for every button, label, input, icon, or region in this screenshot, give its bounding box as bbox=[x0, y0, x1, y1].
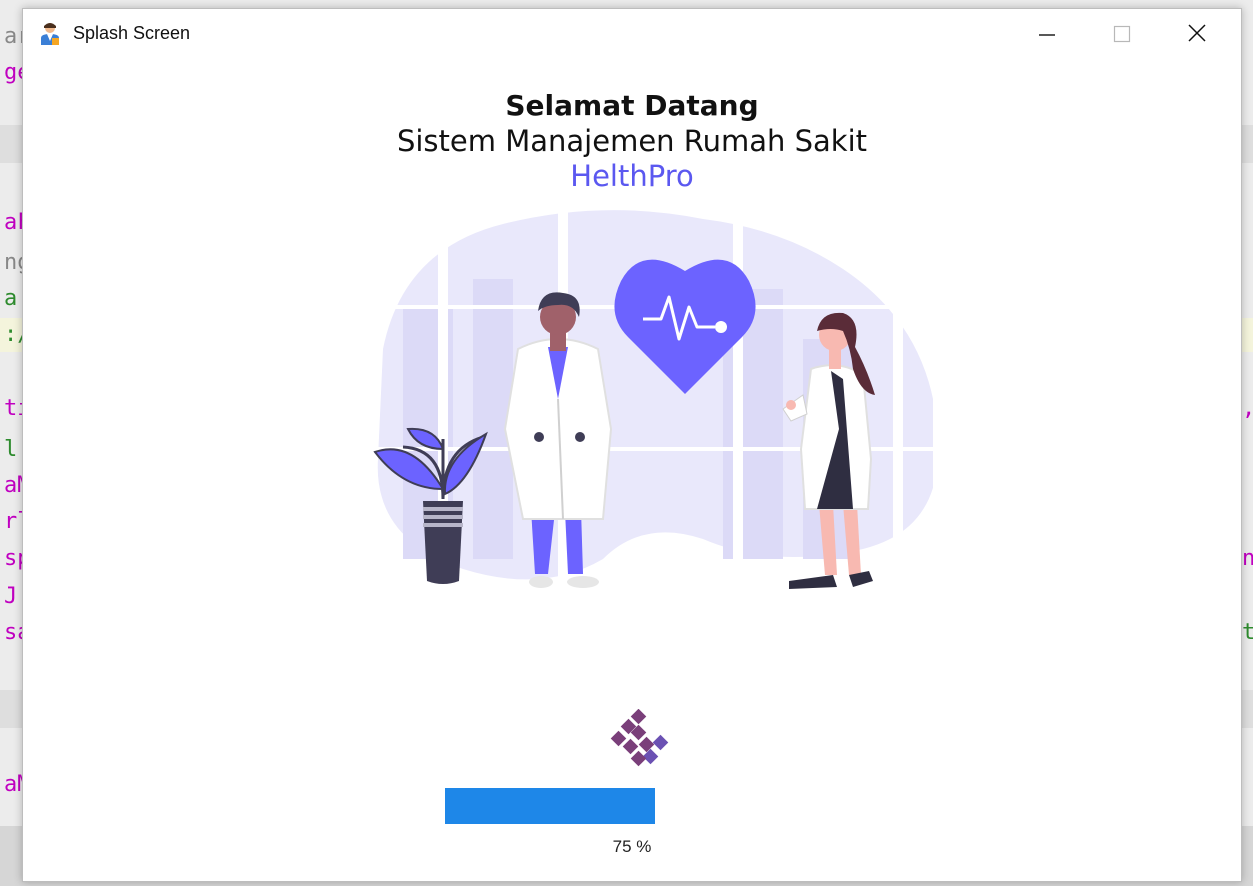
system-name: Sistem Manajemen Rumah Sakit bbox=[396, 124, 868, 158]
doctors-illustration bbox=[373, 209, 933, 589]
maximize-icon bbox=[1113, 25, 1131, 43]
doctor-app-icon bbox=[41, 23, 59, 45]
background-code: , bbox=[1242, 396, 1253, 421]
background-code: n bbox=[1242, 546, 1253, 571]
brand-name: HelthPro bbox=[570, 159, 694, 193]
welcome-heading: Selamat Datang bbox=[505, 89, 759, 122]
close-button[interactable] bbox=[1161, 9, 1233, 57]
title-bar[interactable]: Splash Screen bbox=[23, 9, 1241, 57]
window-title: Splash Screen bbox=[73, 23, 191, 43]
progress-percentage: 75 % bbox=[612, 837, 652, 856]
splash-window: Splash Screen Selamat Datang Sistem Mana… bbox=[22, 8, 1242, 882]
close-icon bbox=[1188, 24, 1206, 42]
background-code: t bbox=[1242, 620, 1253, 645]
background-code: J bbox=[4, 584, 18, 609]
minimize-icon bbox=[1039, 34, 1055, 36]
progress-bar-fill bbox=[445, 788, 655, 824]
maximize-button[interactable] bbox=[1086, 9, 1158, 57]
loading-spinner-icon bbox=[610, 709, 669, 767]
background-code: a bbox=[4, 286, 18, 311]
loading-progress-bar bbox=[445, 788, 725, 824]
minimize-button[interactable] bbox=[1011, 9, 1083, 57]
